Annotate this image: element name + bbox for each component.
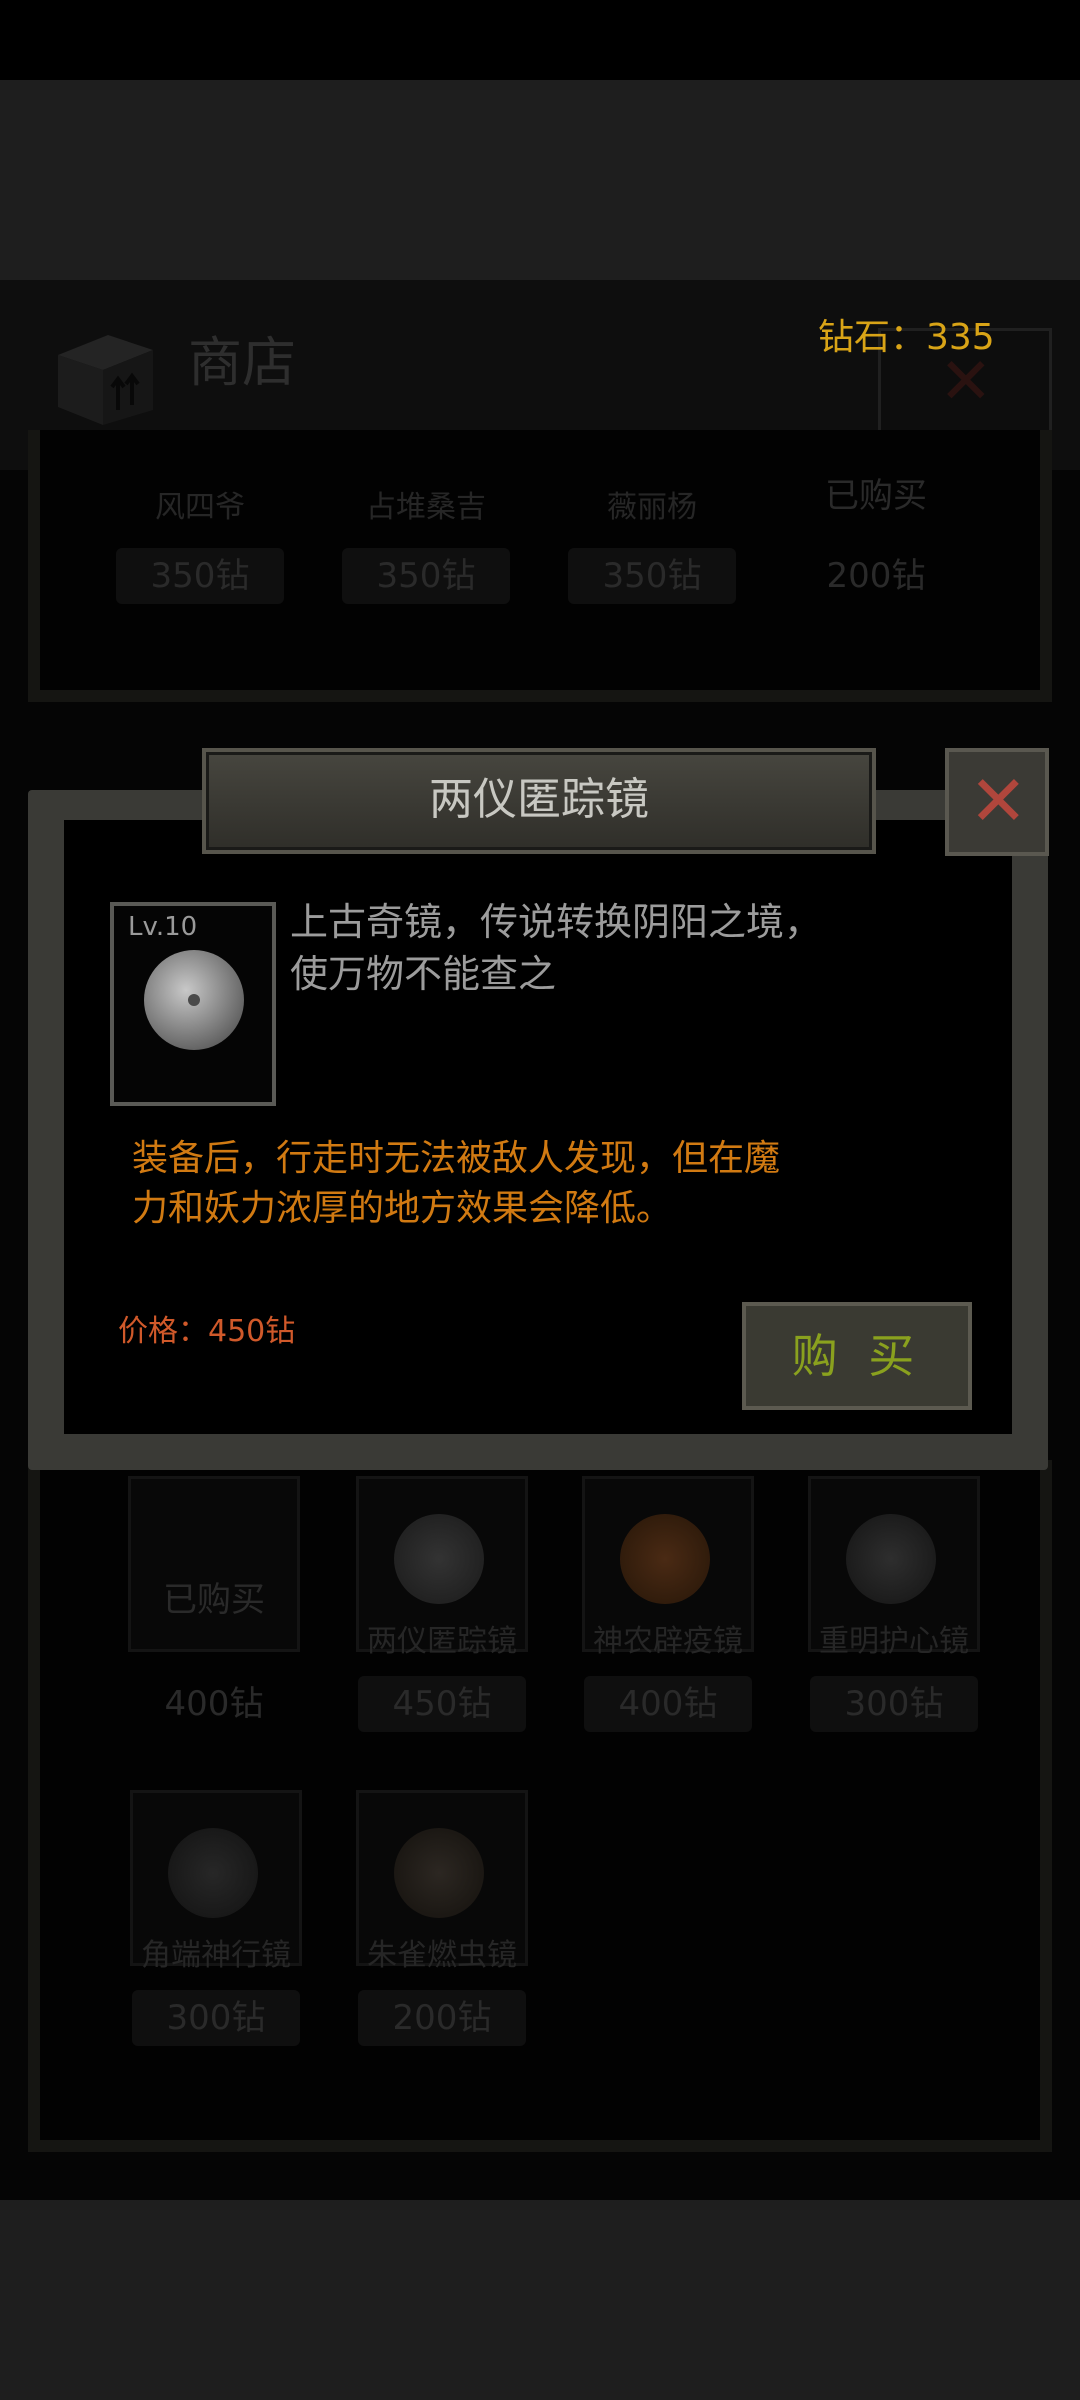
item-name: 重明护心镜 xyxy=(819,1624,969,1659)
item-name: 两仪匿踪镜 xyxy=(367,1624,517,1659)
shop-item[interactable]: 已购买 400钻 xyxy=(128,1476,300,1724)
effect-line: 力和妖力浓厚的地方效果会降低。 xyxy=(132,1188,673,1229)
item-level: Lv.10 xyxy=(128,912,198,942)
mirror-icon xyxy=(144,950,244,1050)
dialog-title-plate: 两仪匿踪镜 xyxy=(202,748,876,854)
shop-item[interactable]: 重明护心镜 300钻 xyxy=(808,1476,980,1732)
item-price: 450钻 xyxy=(358,1676,526,1732)
buy-button-label: 购 买 xyxy=(791,1329,923,1383)
buy-button[interactable]: 购 买 xyxy=(742,1302,972,1410)
effect-line: 装备后，行走时无法被敌人发现，但在魔 xyxy=(132,1138,781,1179)
purchased-label: 已购买 xyxy=(163,1580,265,1620)
item-description: 上古奇镜，传说转换阴阳之境， 使万物不能查之 xyxy=(290,896,890,1000)
item-price: 200钻 xyxy=(358,1990,526,2046)
bottom-margin xyxy=(0,2200,1080,2400)
item-name: 占堆桑吉 xyxy=(366,490,486,525)
mirror-icon xyxy=(846,1514,936,1604)
item-price: 400钻 xyxy=(584,1676,752,1732)
item-price: 350钻 xyxy=(116,548,284,604)
item-name: 神农辟疫镜 xyxy=(593,1624,743,1659)
item-name: 薇丽杨 xyxy=(607,490,697,525)
item-price: 350钻 xyxy=(342,548,510,604)
shop-item[interactable]: 占堆桑吉 350钻 xyxy=(340,466,512,706)
shop-box-icon xyxy=(58,335,153,425)
mirror-icon xyxy=(394,1828,484,1918)
description-line: 使万物不能查之 xyxy=(290,952,557,996)
mirror-icon xyxy=(620,1514,710,1604)
purchased-label: 已购买 xyxy=(825,476,927,516)
item-price: 300钻 xyxy=(810,1676,978,1732)
mirror-icon xyxy=(168,1828,258,1918)
item-name: 风四爷 xyxy=(155,490,245,525)
shop-item[interactable]: 两仪匿踪镜 450钻 xyxy=(356,1476,528,1732)
shop-item[interactable]: 风四爷 350钻 xyxy=(114,466,286,706)
item-name: 朱雀燃虫镜 xyxy=(367,1938,517,1973)
status-bar xyxy=(0,0,1080,80)
shop-item[interactable]: 朱雀燃虫镜 200钻 xyxy=(356,1790,528,2046)
mirror-icon xyxy=(394,1514,484,1604)
item-effect: 装备后，行走时无法被敌人发现，但在魔 力和妖力浓厚的地方效果会降低。 xyxy=(132,1134,832,1234)
top-margin xyxy=(0,80,1080,280)
item-price-label: 价格：450钻 xyxy=(118,1314,296,1349)
item-price: 200钻 xyxy=(826,556,926,596)
diamond-count: 钻石：335 xyxy=(818,317,995,358)
shop-item[interactable]: 神农辟疫镜 400钻 xyxy=(582,1476,754,1732)
item-card xyxy=(128,1476,300,1652)
close-icon: ✕ xyxy=(969,760,1028,842)
dialog-close-button[interactable]: ✕ xyxy=(945,748,1049,856)
dialog-title: 两仪匿踪镜 xyxy=(429,774,649,825)
shop-item[interactable]: 薇丽杨 350钻 xyxy=(566,466,738,706)
item-thumbnail: Lv.10 xyxy=(110,902,276,1106)
item-price: 400钻 xyxy=(164,1684,264,1724)
shop-item[interactable]: 角端神行镜 300钻 xyxy=(130,1790,302,2046)
item-price: 350钻 xyxy=(568,548,736,604)
description-line: 上古奇镜，传说转换阴阳之境， xyxy=(290,900,823,944)
item-price: 300钻 xyxy=(132,1990,300,2046)
item-name: 角端神行镜 xyxy=(141,1938,291,1973)
shop-title: 商店 xyxy=(188,331,296,394)
shop-item[interactable]: 已购买 200钻 xyxy=(790,466,962,706)
